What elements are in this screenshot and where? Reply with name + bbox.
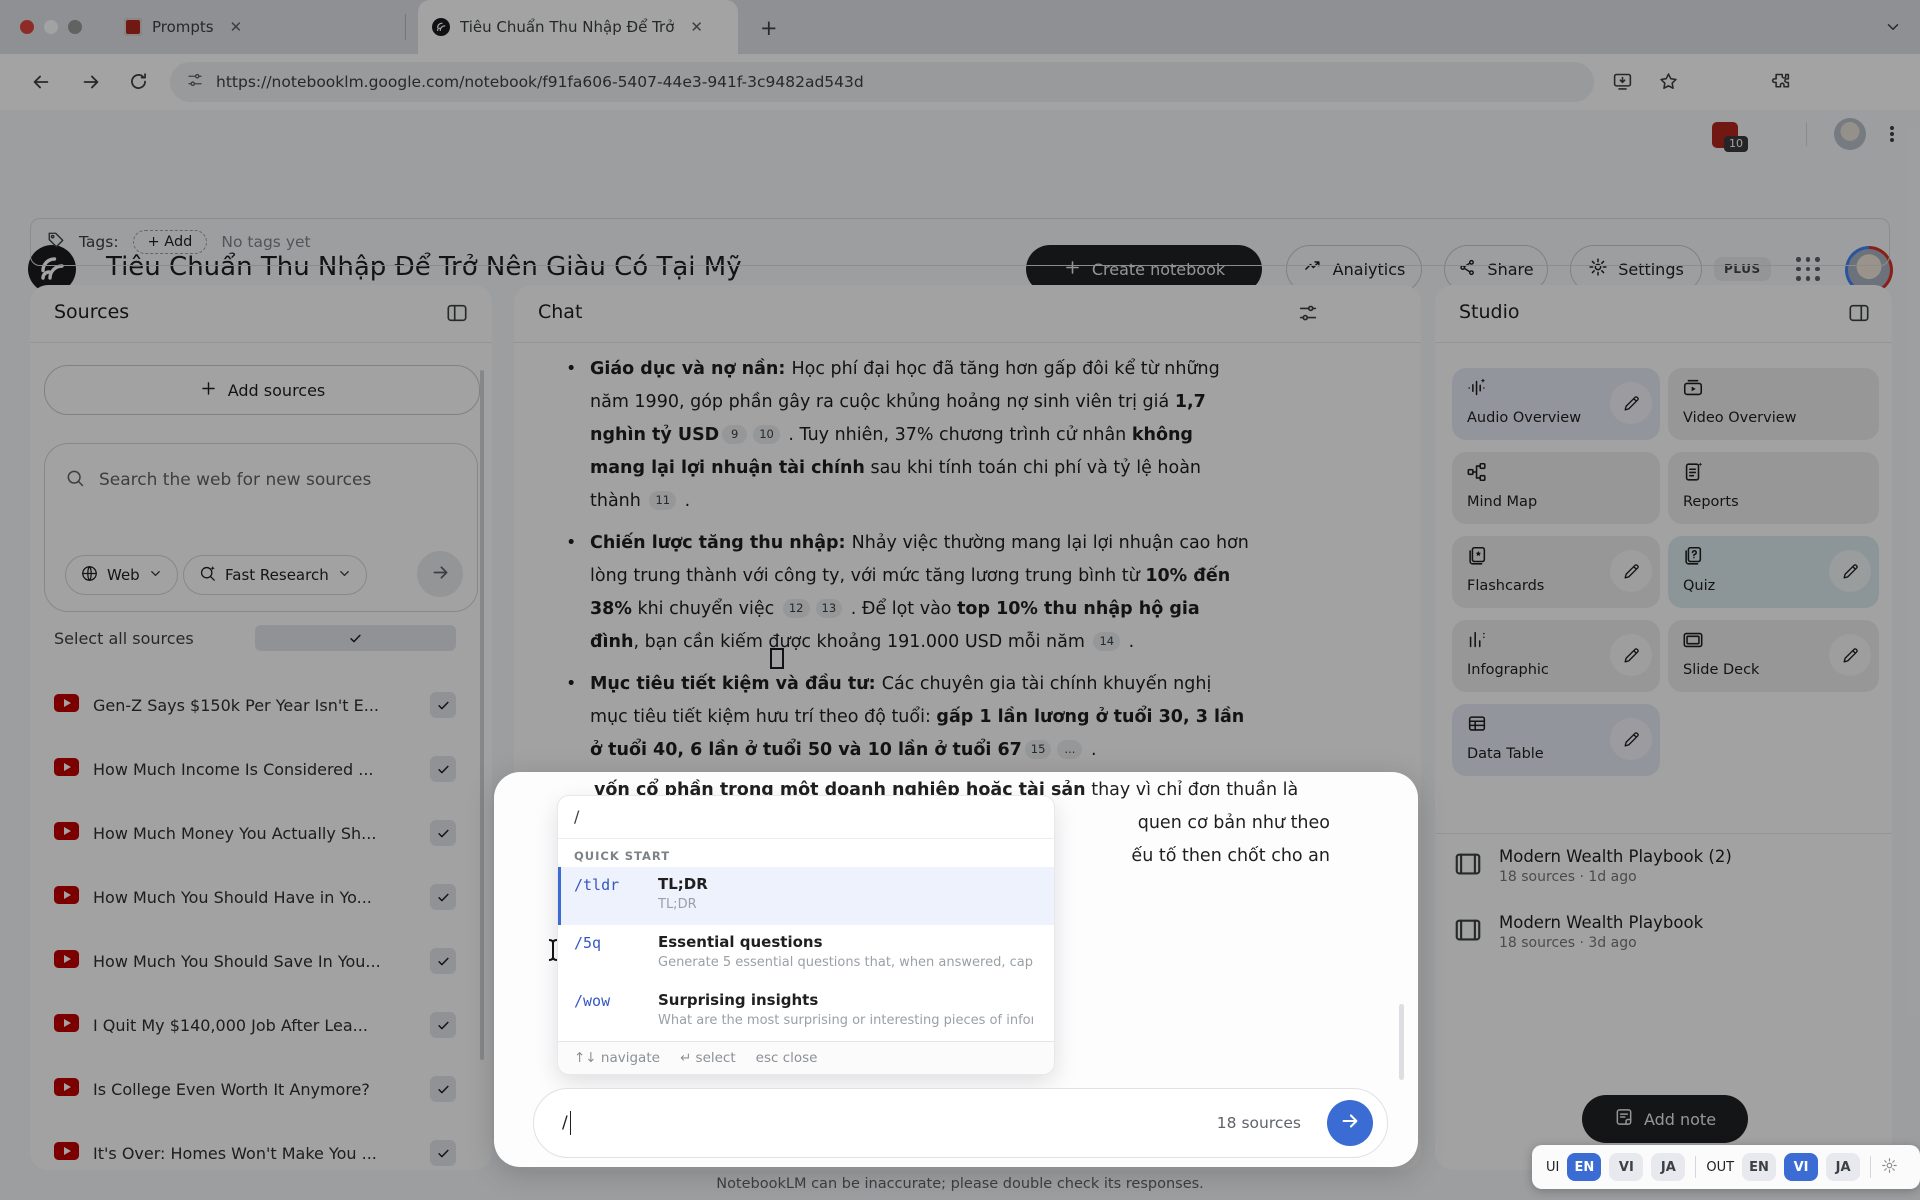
hint-select: ↵ select <box>680 1050 736 1066</box>
hint-close: esc close <box>756 1050 818 1066</box>
command-item-wow[interactable]: /wow Surprising insights What are the mo… <box>558 983 1054 1041</box>
screen: Prompts ✕ Tiêu Chuẩn Thu Nhập Để Trở ✕ +… <box>0 0 1920 1200</box>
lang-option-out-en[interactable]: EN <box>1742 1153 1776 1181</box>
lang-option-out-ja[interactable]: JA <box>1826 1153 1860 1181</box>
command-description: What are the most surprising or interest… <box>658 1013 1033 1028</box>
mouse-cursor <box>770 648 784 669</box>
command-title: Essential questions <box>658 933 1033 951</box>
command-item-5q[interactable]: /5q Essential questions Generate 5 essen… <box>558 925 1054 983</box>
command-text: /5q <box>574 933 658 952</box>
command-description: Generate 5 essential questions that, whe… <box>658 955 1033 970</box>
chat-input[interactable]: / 18 sources <box>533 1088 1388 1158</box>
text-caret <box>570 1111 572 1135</box>
command-title: TL;DR <box>658 875 708 893</box>
arrow-right-icon <box>1339 1110 1361 1136</box>
chat-input-value: / <box>562 1113 568 1133</box>
send-button[interactable] <box>1327 1100 1373 1146</box>
lang-option-ui-vi[interactable]: VI <box>1609 1153 1643 1181</box>
sources-count-label: 18 sources <box>1217 1114 1301 1132</box>
lang-group-label: OUT <box>1706 1160 1734 1175</box>
language-toggle-bar: UI EN VI JA OUT EN VI JA <box>1532 1145 1920 1189</box>
lang-group-label: UI <box>1546 1160 1559 1175</box>
lang-option-ui-ja[interactable]: JA <box>1651 1153 1685 1181</box>
typed-command-text: / <box>558 796 1054 839</box>
quick-start-section-label: QUICK START <box>558 839 1054 867</box>
text-cursor <box>546 938 560 966</box>
lang-option-out-vi[interactable]: VI <box>1784 1153 1818 1181</box>
lang-option-ui-en[interactable]: EN <box>1567 1153 1601 1181</box>
command-title: Surprising insights <box>658 991 1033 1009</box>
hint-navigate: ↑↓ navigate <box>574 1050 660 1066</box>
command-text: /tldr <box>574 875 658 894</box>
lang-settings-gear-icon[interactable] <box>1881 1157 1898 1178</box>
slash-command-menu: / QUICK START /tldr TL;DR TL;DR /5q Esse… <box>557 795 1055 1075</box>
dialog-scrollbar[interactable] <box>1399 1004 1404 1080</box>
menu-footer-hints: ↑↓ navigate ↵ select esc close <box>558 1041 1054 1074</box>
command-description: TL;DR <box>658 897 708 912</box>
command-text: /wow <box>574 991 658 1010</box>
chat-command-dialog: vốn cổ phần trong một doanh nghiệp hoặc … <box>494 772 1418 1167</box>
command-item-tldr[interactable]: /tldr TL;DR TL;DR <box>558 867 1054 925</box>
